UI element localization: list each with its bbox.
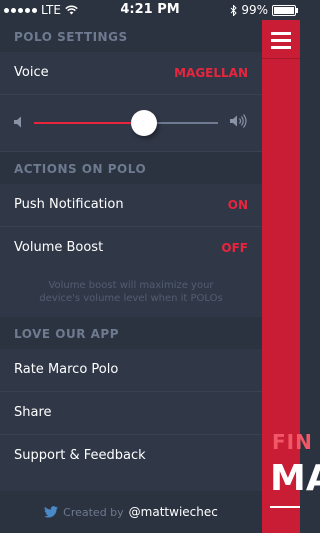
volume-track[interactable] [34,122,218,124]
rate-app-row[interactable]: Rate Marco Polo [0,349,262,392]
share-row[interactable]: Share [0,392,262,435]
status-bar: LTE 4:21 PM 99% [0,0,300,20]
content-underline [270,506,300,508]
push-notification-toggle[interactable]: ON [228,184,248,226]
battery-icon [272,4,298,16]
volume-boost-label: Volume Boost [14,240,104,255]
created-by-label: Created by [63,505,124,519]
push-notification-row[interactable]: Push Notification ON [0,184,262,227]
section-header-polo-settings: POLO SETTINGS [0,20,262,52]
credits-footer: Created by @mattwiechec [0,491,262,533]
volume-high-icon [230,114,247,128]
volume-thumb[interactable] [131,110,158,136]
volume-boost-row[interactable]: Volume Boost OFF [0,227,262,269]
bluetooth-icon [230,4,238,16]
main-content-peek[interactable]: FIN MA [262,20,320,533]
twitter-bird-icon [44,506,59,518]
volume-boost-note: Volume boost will maximize your device's… [39,280,223,304]
content-text-small: FIN [272,430,313,454]
volume-boost-toggle[interactable]: OFF [221,227,248,269]
settings-panel: POLO SETTINGS Voice MAGELLAN ACTIONS ON … [0,20,262,533]
support-feedback-row[interactable]: Support & Feedback [0,435,262,477]
volume-slider-row [0,95,262,152]
hamburger-menu-icon[interactable] [271,32,291,49]
voice-value[interactable]: MAGELLAN [174,52,248,94]
section-header-actions: ACTIONS ON POLO [0,152,262,184]
volume-low-icon [14,116,21,128]
author-handle-link[interactable]: @mattwiechec [129,505,218,519]
content-divider [262,58,300,59]
battery-percent: 99% [241,3,268,17]
push-notification-label: Push Notification [14,197,124,212]
voice-row[interactable]: Voice MAGELLAN [0,52,262,95]
section-header-love-our-app: LOVE OUR APP [0,317,262,349]
content-text-large: MA [270,458,320,499]
status-right: 99% [230,3,298,17]
volume-track-fill [34,122,145,124]
voice-label: Voice [14,65,49,80]
